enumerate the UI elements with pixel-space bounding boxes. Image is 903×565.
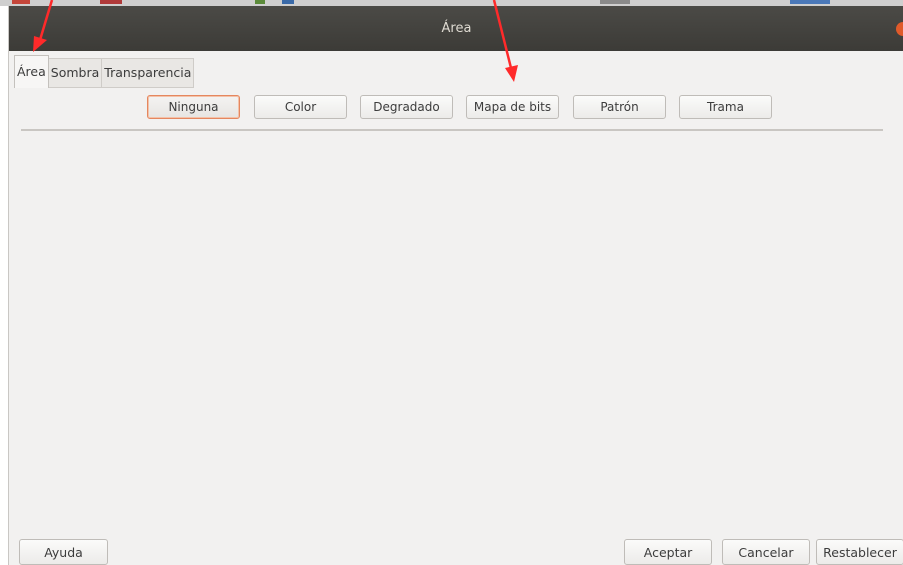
tab-area[interactable]: Área [14, 55, 49, 88]
window-title: Área [441, 21, 472, 36]
tab-transparencia[interactable]: Transparencia [102, 58, 195, 87]
fill-degradado-button[interactable]: Degradado [360, 95, 453, 119]
ok-button[interactable]: Aceptar [624, 539, 712, 565]
fill-patron-button[interactable]: Patrón [573, 95, 666, 119]
cancel-button[interactable]: Cancelar [722, 539, 810, 565]
titlebar: Área [9, 6, 903, 51]
tab-strip: Área Sombra Transparencia [14, 55, 195, 88]
fill-ninguna-button[interactable]: Ninguna [147, 95, 240, 119]
help-button[interactable]: Ayuda [19, 539, 108, 565]
area-dialog: Área Área Sombra Transparencia Ninguna C… [8, 6, 903, 565]
content-separator [21, 129, 883, 131]
reset-button[interactable]: Restablecer [816, 539, 903, 565]
tab-sombra[interactable]: Sombra [48, 58, 103, 87]
fill-trama-button[interactable]: Trama [679, 95, 772, 119]
close-button[interactable] [896, 22, 903, 36]
fill-mapa-de-bits-button[interactable]: Mapa de bits [466, 95, 559, 119]
fill-color-button[interactable]: Color [254, 95, 347, 119]
